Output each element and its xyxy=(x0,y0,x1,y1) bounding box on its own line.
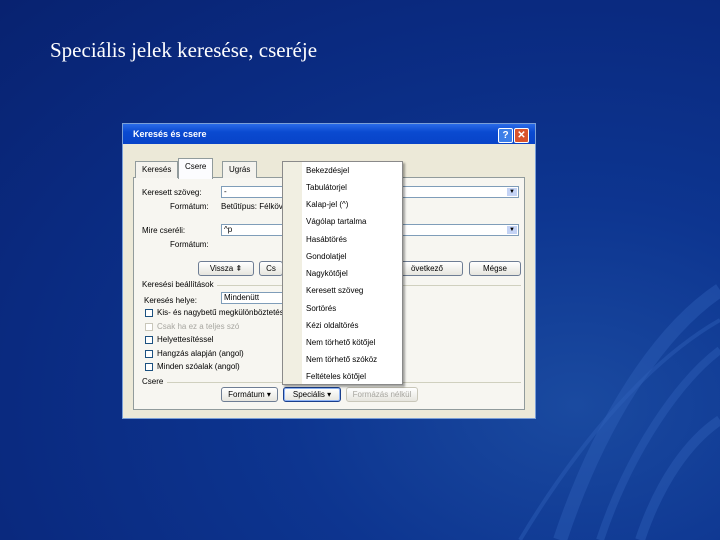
option-match-case-label: Kis- és nagybetű megkülönböztetés xyxy=(157,308,284,317)
option-sounds-like-checkbox[interactable] xyxy=(145,350,153,358)
format-button[interactable]: Formátum ▾ xyxy=(221,387,278,402)
tab-find[interactable]: Keresés xyxy=(135,161,179,178)
search-location-select[interactable]: Mindenütt xyxy=(221,292,283,304)
special-menu: Bekezdésjel Tabulátorjel Kalap-jel (^) V… xyxy=(282,161,403,385)
no-formatting-button[interactable]: Formázás nélkül xyxy=(346,387,418,402)
menu-item-caret[interactable]: Kalap-jel (^) xyxy=(306,200,348,209)
menu-item-nonbreaking-space[interactable]: Nem törhető szóköz xyxy=(306,355,377,364)
search-options-title: Keresési beállítások xyxy=(142,280,214,289)
special-button[interactable]: Speciális ▾ xyxy=(283,387,341,402)
menu-item-column-break[interactable]: Hasábtörés xyxy=(306,235,347,244)
option-whole-word-checkbox[interactable] xyxy=(145,323,153,331)
chevron-down-icon[interactable]: ▼ xyxy=(507,188,517,196)
tab-goto[interactable]: Ugrás xyxy=(222,161,258,178)
replace-label: Mire cseréli: xyxy=(142,226,186,235)
menu-item-manual-page-break[interactable]: Kézi oldaltörés xyxy=(306,321,358,330)
menu-item-clipboard-contents[interactable]: Vágólap tartalma xyxy=(306,217,366,226)
option-wildcards-label: Helyettesítéssel xyxy=(157,335,214,344)
slide-title: Speciális jelek keresése, cseréje xyxy=(50,38,318,62)
menu-item-find-what-text[interactable]: Keresett szöveg xyxy=(306,286,363,295)
find-format-label: Formátum: xyxy=(170,202,209,211)
close-button[interactable]: ✕ xyxy=(514,128,529,143)
search-location-label: Keresés helye: xyxy=(144,296,197,305)
option-all-forms-checkbox[interactable] xyxy=(145,363,153,371)
search-location-value: Mindenütt xyxy=(224,293,260,302)
option-all-forms-label: Minden szóalak (angol) xyxy=(157,362,240,371)
dialog-titlebar[interactable]: Keresés és csere ? ✕ xyxy=(123,124,535,144)
find-input-value: - xyxy=(224,187,227,196)
less-button[interactable]: Vissza ⇞ xyxy=(198,261,254,276)
replace-format-label: Formátum: xyxy=(170,240,209,249)
menu-item-paragraph-mark[interactable]: Bekezdésjel xyxy=(306,166,349,175)
chevron-down-icon[interactable]: ▼ xyxy=(507,226,517,234)
tab-replace[interactable]: Csere xyxy=(178,158,214,179)
option-sounds-like-label: Hangzás alapján (angol) xyxy=(157,349,244,358)
help-button[interactable]: ? xyxy=(498,128,513,143)
menu-item-tab-character[interactable]: Tabulátorjel xyxy=(306,183,347,192)
replace-input-value: ^p xyxy=(224,225,233,234)
replace-section-title: Csere xyxy=(142,377,164,386)
find-format-value: Betűtípus: Félköv xyxy=(221,202,283,211)
menu-item-nonbreaking-hyphen[interactable]: Nem törhető kötőjel xyxy=(306,338,375,347)
menu-item-en-dash[interactable]: Nagykötőjel xyxy=(306,269,348,278)
menu-item-manual-line-break[interactable]: Sortörés xyxy=(306,304,336,313)
find-label: Keresett szöveg: xyxy=(142,188,202,197)
option-match-case-checkbox[interactable] xyxy=(145,309,153,317)
menu-gutter xyxy=(283,162,302,384)
menu-item-em-dash[interactable]: Gondolatjel xyxy=(306,252,346,261)
menu-item-optional-hyphen[interactable]: Feltételes kötőjel xyxy=(306,372,366,381)
replace-button[interactable]: Cs xyxy=(259,261,283,276)
option-wildcards-checkbox[interactable] xyxy=(145,336,153,344)
dialog-title: Keresés és csere xyxy=(133,129,207,139)
cancel-button[interactable]: Mégse xyxy=(469,261,521,276)
option-whole-word-label: Csak ha ez a teljes szó xyxy=(157,322,240,331)
